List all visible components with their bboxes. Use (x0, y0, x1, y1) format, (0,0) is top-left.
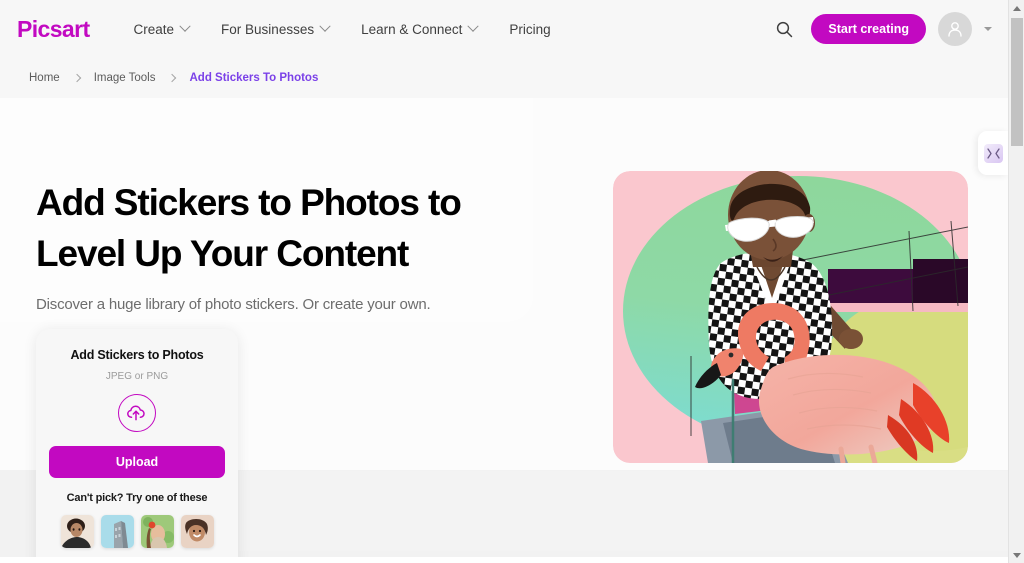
nav-label: For Businesses (221, 21, 315, 37)
search-icon[interactable] (769, 14, 799, 44)
nav-item-create[interactable]: Create (133, 20, 191, 37)
chevron-down-icon (179, 20, 191, 32)
breadcrumb-item-home[interactable]: Home (29, 72, 60, 84)
upload-button[interactable]: Upload (49, 446, 225, 478)
chevron-right-icon (72, 73, 81, 83)
chevron-right-icon (168, 73, 177, 83)
upload-card-formats: JPEG or PNG (105, 371, 169, 382)
upload-card: Add Stickers to Photos JPEG or PNG Uploa… (36, 329, 238, 563)
nav-item-for-businesses[interactable]: For Businesses (221, 20, 331, 37)
header-actions: Start creating (769, 0, 992, 58)
sample-woman-red-flower[interactable] (140, 515, 174, 548)
triangle-down-icon (1013, 552, 1021, 558)
chevron-down-icon (467, 20, 480, 32)
picsart-logo[interactable]: Picsart (17, 17, 90, 41)
nav-item-learn-and-connect[interactable]: Learn & Connect (361, 20, 480, 37)
page-bottom-edge (0, 557, 1008, 563)
breadcrumb-item-image-tools[interactable]: Image Tools (94, 72, 156, 84)
sample-smiling-woman[interactable] (180, 515, 214, 548)
breadcrumb: Home Image Tools Add Stickers To Photos (0, 58, 1008, 98)
site-header: Picsart Create For Businesses Learn & Co… (0, 0, 1008, 58)
account-chevron-down-icon[interactable] (984, 27, 992, 31)
cloud-upload-icon[interactable] (118, 394, 156, 432)
page-title-line-2: Level Up Your Content (36, 232, 409, 274)
sparkle-panel-icon (983, 143, 1003, 163)
page-title-line-1: Add Stickers to Photos to (36, 182, 462, 223)
avatar[interactable] (938, 12, 972, 46)
scroll-thumb[interactable] (1011, 18, 1023, 146)
floating-tool-tab[interactable] (978, 131, 1008, 175)
breadcrumb-item-current: Add Stickers To Photos (189, 72, 319, 84)
page-title: Add Stickers to Photos to Level Up Your … (36, 178, 556, 279)
scroll-up-arrow[interactable] (1009, 0, 1024, 16)
sample-building-blue-sky[interactable] (100, 515, 134, 548)
start-creating-button[interactable]: Start creating (811, 14, 926, 44)
nav-label: Pricing (509, 21, 551, 37)
sample-portrait-curly-hair[interactable] (60, 515, 94, 548)
sample-images-hint: Can't pick? Try one of these (66, 492, 208, 504)
upload-card-title: Add Stickers to Photos (70, 348, 204, 362)
page-subtitle: Discover a huge library of photo sticker… (36, 296, 431, 314)
nav-label: Learn & Connect (361, 21, 463, 37)
sample-thumbnail-list (36, 515, 238, 548)
triangle-up-icon (1013, 5, 1021, 11)
nav-item-pricing[interactable]: Pricing (509, 22, 550, 37)
hero-image (613, 171, 968, 463)
scroll-down-arrow[interactable] (1009, 547, 1024, 563)
chevron-down-icon (319, 20, 331, 32)
main-navigation: Create For Businesses Learn & Connect Pr… (133, 20, 551, 37)
vertical-scrollbar[interactable] (1008, 0, 1024, 563)
browser-viewport: Picsart Create For Businesses Learn & Co… (0, 0, 1024, 563)
nav-label: Create (133, 21, 175, 37)
hero-text-block: Add Stickers to Photos to Level Up Your … (36, 178, 556, 313)
